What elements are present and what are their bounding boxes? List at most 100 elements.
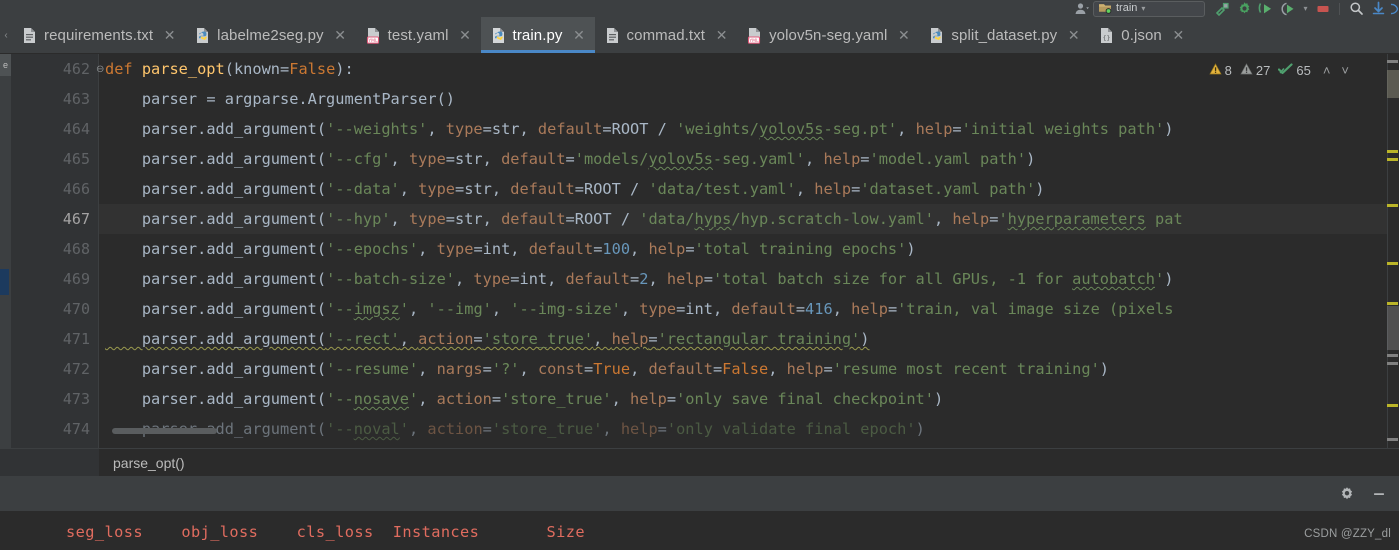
line-number: 469 — [62, 270, 90, 288]
weak-warning-count: 27 — [1255, 62, 1271, 78]
code-token: help — [630, 390, 667, 408]
code-line-463[interactable]: parser = argparse.ArgumentParser() — [99, 84, 1399, 114]
code-token: = — [703, 270, 713, 288]
code-text-area[interactable]: def parse_opt(known=False): parser = arg… — [99, 54, 1399, 448]
check-mark-icon — [1278, 62, 1293, 78]
code-line-471[interactable]: parser.add_argument('--rect', action='st… — [99, 324, 1399, 354]
code-token: 'store_true' — [501, 390, 612, 408]
tab-test-yaml[interactable]: YML test.yaml ✕ — [356, 17, 481, 53]
code-token: , — [933, 210, 953, 228]
run-icon[interactable] — [1255, 0, 1277, 17]
tab-labelme2seg-py[interactable]: labelme2seg.py ✕ — [185, 17, 355, 53]
scrollbar-thumb[interactable] — [1387, 306, 1399, 350]
git-update-icon[interactable] — [1367, 0, 1389, 17]
toolbar-overflow-icon[interactable] — [1389, 0, 1399, 17]
tab-close-icon[interactable]: ✕ — [573, 28, 586, 42]
code-token: / — [657, 120, 677, 138]
build-icon[interactable] — [1211, 0, 1233, 17]
tab-label: labelme2seg.py — [217, 26, 324, 44]
stripe-button-structure[interactable]: e — [0, 54, 11, 76]
code-token: / — [620, 210, 640, 228]
code-line-469[interactable]: parser.add_argument('--batch-size', type… — [99, 264, 1399, 294]
code-line-465[interactable]: parser.add_argument('--cfg', type=str, d… — [99, 144, 1399, 174]
code-token: = — [823, 360, 833, 378]
code-line-462[interactable]: def parse_opt(known=False): — [99, 54, 1399, 84]
typo-group[interactable]: 65 — [1278, 62, 1311, 78]
run-more-chevron-icon[interactable]: ▾ — [1299, 0, 1312, 17]
code-line-470[interactable]: parser.add_argument('--imgsz', '--img', … — [99, 294, 1399, 324]
code-token: action — [418, 330, 474, 348]
stripe-marker — [0, 269, 9, 295]
stripe-mark-grey[interactable] — [1387, 362, 1398, 365]
breadcrumb-item-parse-opt[interactable]: parse_opt() — [99, 455, 185, 471]
code-token: help — [823, 150, 861, 168]
stripe-mark-warning[interactable] — [1387, 262, 1398, 265]
code-token: help — [814, 180, 852, 198]
stripe-mark-warning[interactable] — [1387, 204, 1398, 207]
debug-icon[interactable] — [1277, 0, 1299, 17]
tab-close-icon[interactable]: ✕ — [897, 28, 910, 42]
code-line-473[interactable]: parser.add_argument('--nosave', action='… — [99, 384, 1399, 414]
line-number: 474 — [62, 420, 90, 438]
stripe-mark-grey[interactable] — [1387, 438, 1398, 441]
tab-0-json[interactable]: {} 0.json ✕ — [1089, 17, 1194, 53]
tab-commad-txt[interactable]: commad.txt ✕ — [595, 17, 738, 53]
stripe-mark-warning[interactable] — [1387, 302, 1398, 305]
gear-icon[interactable] — [1339, 486, 1355, 502]
code-token: '-- — [326, 390, 354, 408]
code-token: , — [795, 180, 815, 198]
code-line-474[interactable]: parser.add_argument('--noval', action='s… — [99, 414, 1399, 444]
tab-close-icon[interactable]: ✕ — [1172, 28, 1185, 42]
code-line-468[interactable]: parser.add_argument('--epochs', type=int… — [99, 234, 1399, 264]
line-number-gutter[interactable]: 462 463 464 465 466 467 468 469 470 471 … — [11, 54, 99, 448]
settings-gear-icon[interactable] — [1233, 0, 1255, 17]
code-token: 'only validate final epoch' — [666, 420, 916, 438]
error-stripe-scrollbar[interactable] — [1387, 54, 1399, 448]
stripe-mark-grey[interactable] — [1387, 60, 1398, 63]
tab-close-icon[interactable]: ✕ — [1067, 28, 1080, 42]
minimize-icon[interactable] — [1371, 486, 1387, 502]
code-token: , — [418, 390, 437, 408]
code-line-472[interactable]: parser.add_argument('--resume', nargs='?… — [99, 354, 1399, 384]
tab-close-icon[interactable]: ✕ — [334, 28, 347, 42]
next-problem-icon[interactable]: ˅ — [1337, 63, 1353, 78]
stop-icon[interactable] — [1312, 0, 1334, 17]
code-token: yolov5s — [758, 120, 824, 138]
profile-icon[interactable] — [1071, 0, 1093, 17]
stripe-mark-warning[interactable] — [1387, 404, 1398, 407]
code-line-464[interactable]: parser.add_argument('--weights', type=st… — [99, 114, 1399, 144]
code-token: = — [685, 240, 695, 258]
code-token: = — [445, 150, 456, 168]
previous-problem-icon[interactable]: ˄ — [1319, 63, 1335, 78]
stripe-mark-warning[interactable] — [1387, 158, 1398, 161]
horizontal-scrollbar-thumb[interactable] — [112, 428, 217, 434]
tab-close-icon[interactable]: ✕ — [715, 28, 728, 42]
code-token: = — [602, 120, 612, 138]
stripe-mark-grey[interactable] — [1387, 354, 1398, 357]
code-token: = — [676, 300, 686, 318]
inspection-widget[interactable]: 8 27 65 ˄ ˅ — [1209, 59, 1353, 81]
tab-requirements-txt[interactable]: requirements.txt ✕ — [12, 17, 185, 53]
code-token: , — [399, 180, 419, 198]
tab-yolov5n-seg-yaml[interactable]: YML yolov5n-seg.yaml ✕ — [737, 17, 919, 53]
tab-split-dataset-py[interactable]: split_dataset.py ✕ — [919, 17, 1089, 53]
run-console-output[interactable]: seg_loss obj_loss cls_loss Instances Siz… — [0, 511, 1399, 550]
code-token: 'total batch size for all GPUs, -1 for — [712, 270, 1073, 288]
chevron-down-icon[interactable]: ▾ — [1141, 4, 1145, 13]
tab-close-icon[interactable]: ✕ — [163, 28, 176, 42]
code-line-467[interactable]: parser.add_argument('--hyp', type=str, d… — [99, 204, 1399, 234]
stripe-mark-block[interactable] — [1387, 70, 1399, 98]
tab-train-py[interactable]: train.py ✕ — [480, 17, 595, 53]
run-configuration-selector[interactable]: train ▾ — [1093, 0, 1205, 17]
weak-warning-group[interactable]: 27 — [1240, 63, 1270, 78]
code-editor[interactable]: e 462 463 464 465 466 467 468 469 470 47… — [0, 54, 1399, 448]
code-token: parser — [105, 240, 198, 258]
stripe-mark-warning[interactable] — [1387, 150, 1398, 153]
tab-scroll-left-icon[interactable]: ‹ — [0, 17, 12, 53]
search-icon[interactable] — [1345, 0, 1367, 17]
code-token: str — [455, 210, 483, 228]
tab-close-icon[interactable]: ✕ — [459, 28, 472, 42]
warning-group[interactable]: 8 — [1209, 63, 1232, 78]
breadcrumb-bar[interactable]: parse_opt() — [0, 448, 1399, 477]
code-line-466[interactable]: parser.add_argument('--data', type=str, … — [99, 174, 1399, 204]
